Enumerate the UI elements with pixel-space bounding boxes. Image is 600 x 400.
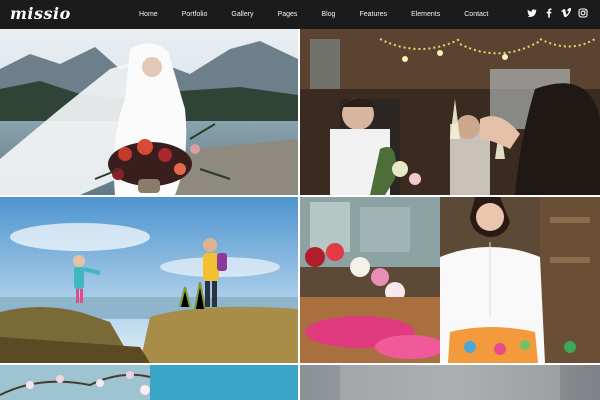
nav-item-gallery[interactable]: Gallery <box>231 0 253 29</box>
social-links <box>527 8 588 18</box>
nav-item-blog[interactable]: Blog <box>321 0 335 29</box>
gallery-photo-toast[interactable] <box>300 29 600 195</box>
vimeo-icon[interactable] <box>561 8 571 18</box>
facebook-icon[interactable] <box>544 8 554 18</box>
gallery-photo-flowers[interactable] <box>300 197 600 363</box>
nav-item-home[interactable]: Home <box>139 0 158 29</box>
site-logo[interactable]: missio <box>10 3 71 25</box>
gallery-photo-grey[interactable] <box>300 365 600 400</box>
gallery-photo-blossom[interactable] <box>0 365 298 400</box>
top-nav-bar: missio Home Portfolio Gallery Pages Blog… <box>0 0 600 29</box>
gallery-photo-bride[interactable] <box>0 29 298 195</box>
nav-item-pages[interactable]: Pages <box>278 0 298 29</box>
twitter-icon[interactable] <box>527 8 537 18</box>
nav-item-contact[interactable]: Contact <box>464 0 488 29</box>
main-menu: Home Portfolio Gallery Pages Blog Featur… <box>139 0 512 29</box>
instagram-icon[interactable] <box>578 8 588 18</box>
nav-item-features[interactable]: Features <box>359 0 387 29</box>
nav-item-elements[interactable]: Elements <box>411 0 440 29</box>
photo-gallery-grid <box>0 29 600 400</box>
gallery-photo-outdoor[interactable] <box>0 197 298 363</box>
nav-item-portfolio[interactable]: Portfolio <box>182 0 208 29</box>
